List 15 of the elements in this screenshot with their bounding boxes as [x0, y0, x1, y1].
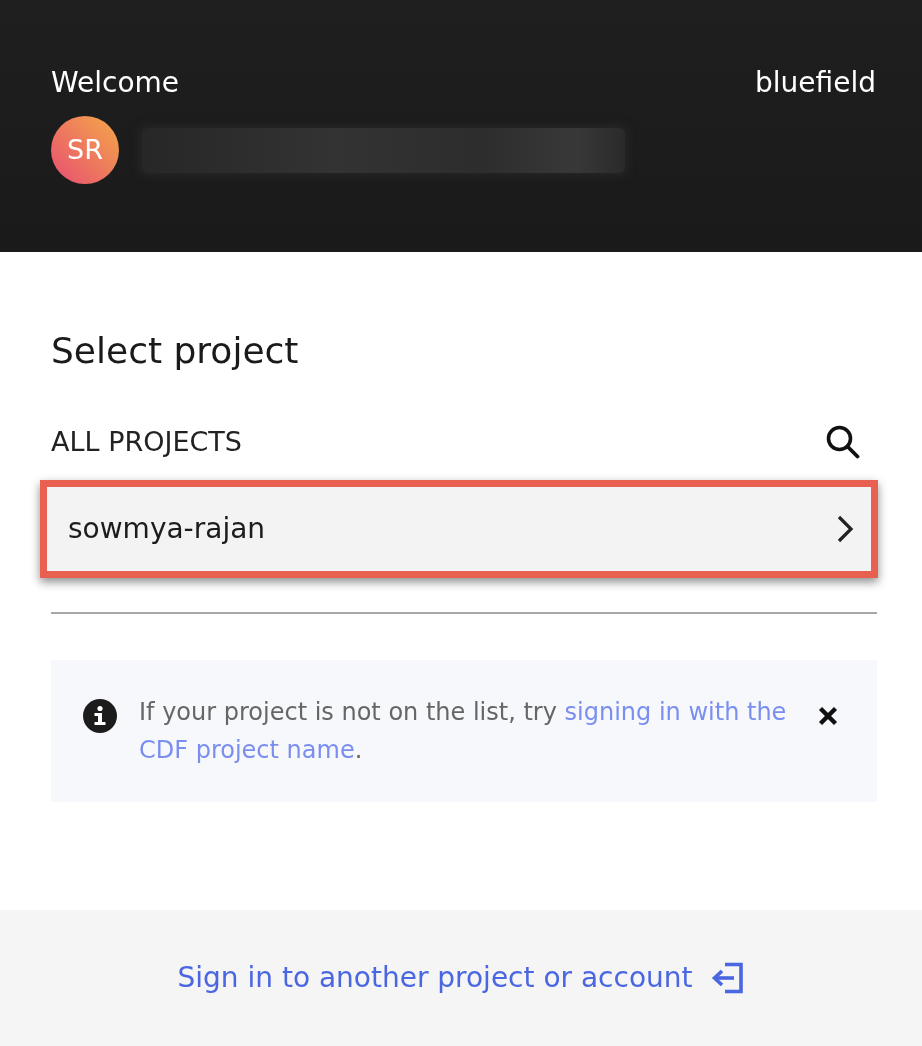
user-avatar: SR	[51, 116, 119, 184]
chevron-right-icon	[835, 515, 855, 543]
section-label: ALL PROJECTS	[51, 425, 242, 459]
signin-link[interactable]: signing in with the	[564, 698, 787, 726]
welcome-text: Welcome	[51, 66, 180, 100]
sign-in-icon	[710, 961, 745, 995]
signin-link[interactable]: CDF project name	[139, 736, 355, 764]
project-item[interactable]: sowmya-rajan	[40, 480, 878, 578]
info-icon	[83, 699, 117, 733]
search-icon[interactable]	[825, 424, 860, 459]
page-title: Select project	[51, 329, 300, 372]
close-icon[interactable]	[818, 706, 838, 726]
organization-name: bluefield	[755, 66, 876, 100]
sign-in-link[interactable]: Sign in to another project or account	[177, 961, 745, 995]
notice-text: If your project is not on the list, try signing in with the CDF project name.	[139, 697, 788, 766]
